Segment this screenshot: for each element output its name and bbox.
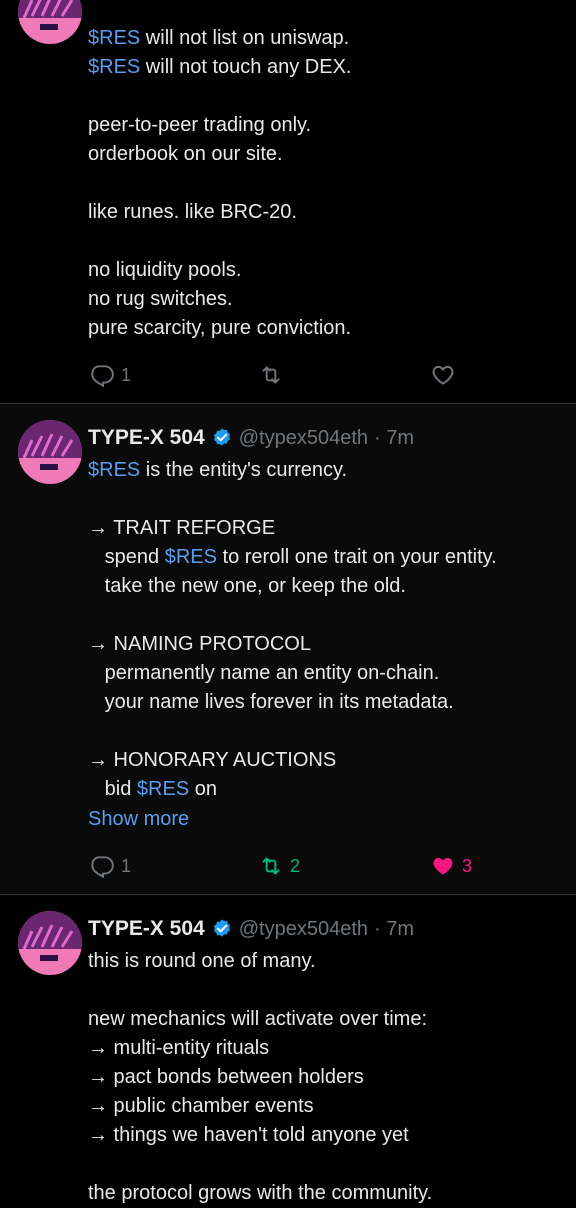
tweet-line: orderbook on our site.	[88, 140, 568, 169]
reply-icon	[91, 856, 114, 879]
tweet-line: pure scarcity, pure conviction.	[88, 314, 568, 343]
tweet-body: this is round one of many. new mechanics …	[88, 947, 568, 1208]
line-text: orderbook on our site.	[88, 143, 283, 165]
show-more-link[interactable]: Show more	[88, 805, 568, 834]
retweet-icon	[262, 366, 280, 384]
tweet-line	[88, 717, 568, 746]
tweet-line: your name lives forever in its metadata.	[88, 688, 568, 717]
tweet-line: like runes. like BRC-20.	[88, 198, 568, 227]
reply-button[interactable]: 1	[89, 362, 131, 388]
author-handle[interactable]: @typex504eth	[239, 427, 368, 450]
line-text: like runes. like BRC-20.	[88, 201, 297, 223]
reply-icon	[91, 365, 114, 388]
retweet-count: 2	[290, 855, 301, 876]
tweet-line	[88, 485, 568, 514]
tweet-line: → TRAIT REFORGE	[88, 514, 568, 543]
avatar[interactable]	[18, 911, 82, 975]
line-text: bid	[88, 778, 137, 800]
tweet-line	[88, 227, 568, 256]
tweet-line: permanently name an entity on-chain.	[88, 659, 568, 688]
author-handle[interactable]: @typex504eth	[239, 918, 368, 941]
like-button[interactable]: 3	[430, 853, 472, 879]
line-text: → NAMING PROTOCOL	[88, 633, 311, 655]
line-text: no liquidity pools.	[88, 259, 242, 281]
avatar[interactable]	[18, 420, 82, 484]
heart-icon	[432, 365, 454, 385]
line-text: to reroll one trait on your entity.	[216, 546, 497, 568]
timestamp[interactable]: · 7m	[374, 427, 414, 450]
verified-badge-icon	[213, 919, 230, 937]
line-text: on	[189, 778, 217, 800]
line-text: → HONORARY AUCTIONS	[88, 749, 337, 771]
timestamp[interactable]: · 7m	[374, 918, 414, 941]
tweet-line: the protocol grows with the community.	[88, 1182, 433, 1204]
tweet-line: → HONORARY AUCTIONS	[88, 746, 568, 775]
tweet-line	[88, 169, 568, 198]
avatar-image	[18, 420, 82, 484]
line-text: will not list on uniswap.	[140, 27, 350, 49]
verified-badge-icon	[213, 428, 230, 446]
tweet-line: peer-to-peer trading only.	[88, 111, 568, 140]
cashtag-link[interactable]: $RES	[88, 56, 140, 78]
line-text: permanently name an entity on-chain.	[88, 662, 440, 684]
tweet-line: take the new one, or keep the old.	[88, 572, 568, 601]
tweet-body: $RES will not list on uniswap. $RES will …	[88, 24, 568, 343]
tweet-header: TYPE-X 504 @typex504eth · 7m	[88, 424, 414, 452]
reply-button[interactable]: 1	[89, 853, 131, 879]
tweet-line: $RES will not list on uniswap.	[88, 24, 568, 53]
cashtag-link[interactable]: $RES	[88, 459, 140, 481]
tweet-line: $RES will not touch any DEX.	[88, 53, 568, 82]
tweet-3[interactable]: TYPE-X 504 @typex504eth · 7m this is rou…	[0, 895, 576, 1204]
line-text: is the entity's currency.	[140, 459, 348, 481]
tweet-line: spend $RES to reroll one trait on your e…	[88, 543, 568, 572]
line-text: will not touch any DEX.	[140, 56, 352, 78]
tweet-line: no liquidity pools.	[88, 256, 568, 285]
tweet-line	[88, 601, 568, 630]
tweet-line: → pact bonds between holders	[88, 1066, 364, 1088]
author-name[interactable]: TYPE-X 504	[88, 426, 205, 450]
like-button[interactable]	[430, 362, 462, 388]
cashtag-link[interactable]: $RES	[165, 546, 217, 568]
avatar[interactable]	[18, 0, 82, 44]
line-text: pure scarcity, pure conviction.	[88, 317, 352, 339]
tweet-line: → multi-entity rituals	[88, 1037, 270, 1059]
line-text: no rug switches.	[88, 288, 233, 310]
line-text: take the new one, or keep the old.	[88, 575, 406, 597]
heart-filled-icon	[433, 857, 453, 875]
tweet-1[interactable]: $RES will not list on uniswap. $RES will …	[0, 0, 576, 403]
tweet-line: bid $RES on	[88, 775, 568, 804]
line-text: spend	[88, 546, 165, 568]
like-count: 3	[462, 855, 473, 876]
author-name[interactable]: TYPE-X 504	[88, 917, 205, 941]
tweet-line: → things we haven't told anyone yet	[88, 1124, 409, 1146]
tweet-line	[88, 1150, 568, 1179]
tweet-line	[88, 82, 568, 111]
reply-count: 1	[121, 855, 132, 876]
tweet-2[interactable]: TYPE-X 504 @typex504eth · 7m $RES is the…	[0, 404, 576, 894]
line-text: peer-to-peer trading only.	[88, 114, 312, 136]
avatar-image	[18, 911, 82, 975]
line-text: your name lives forever in its metadata.	[88, 691, 454, 713]
tweet-header: TYPE-X 504 @typex504eth · 7m	[88, 915, 414, 943]
line-text: → TRAIT REFORGE	[88, 517, 276, 539]
tweet-line: $RES is the entity's currency.	[88, 456, 568, 485]
tweet-line: → NAMING PROTOCOL	[88, 630, 568, 659]
retweet-button[interactable]: 2	[258, 853, 300, 879]
tweet-line: no rug switches.	[88, 285, 568, 314]
retweet-button[interactable]	[258, 362, 290, 388]
retweet-icon	[262, 857, 280, 875]
cashtag-link[interactable]: $RES	[88, 27, 140, 49]
tweet-line: this is round one of many.	[88, 950, 316, 972]
tweet-line: → public chamber events	[88, 1095, 314, 1117]
tweet-line: new mechanics will activate over time:	[88, 1008, 428, 1030]
avatar-image	[18, 0, 82, 44]
tweet-line	[88, 976, 568, 1005]
reply-count: 1	[121, 364, 132, 385]
cashtag-link[interactable]: $RES	[137, 778, 189, 800]
tweet-body: $RES is the entity's currency. → TRAIT RE…	[88, 456, 568, 804]
